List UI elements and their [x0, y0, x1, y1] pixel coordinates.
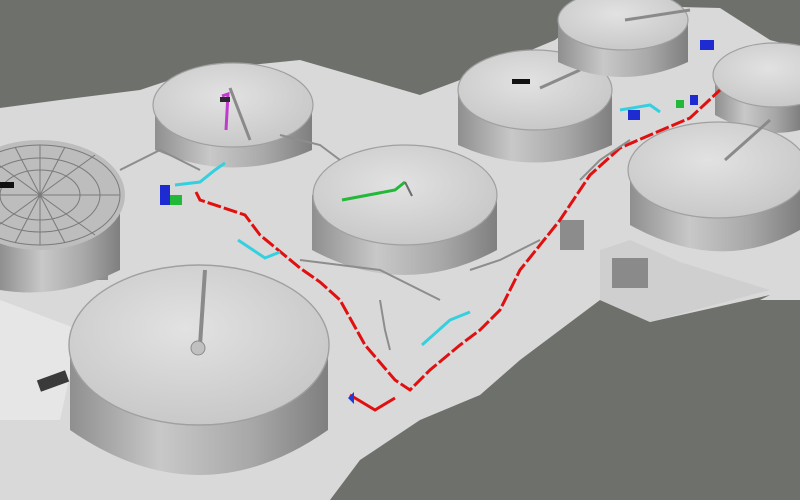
3d-model-viewport[interactable] — [0, 0, 800, 500]
equipment-block — [612, 258, 648, 288]
clarifier-tank-3 — [557, 0, 691, 77]
clarifier-tank-1 — [152, 62, 314, 168]
clarifier-tank-7 — [68, 264, 330, 475]
clarifier-tank-6 — [312, 144, 498, 275]
clarifier-tank-5 — [627, 118, 800, 252]
clarifier-tank-4 — [712, 42, 800, 133]
domed-tank-left — [0, 140, 125, 293]
equipment-block — [560, 220, 584, 250]
